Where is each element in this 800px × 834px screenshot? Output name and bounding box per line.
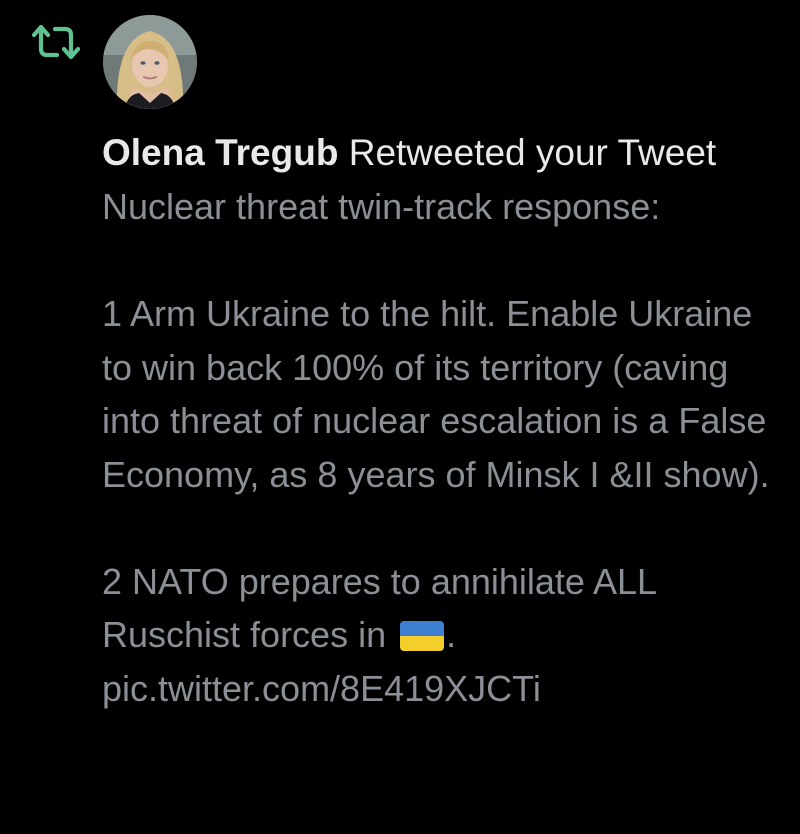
avatar[interactable] xyxy=(103,15,197,109)
flag-bottom-stripe xyxy=(400,636,445,651)
retweet-notification[interactable]: Olena Tregub Retweeted your Tweet Nuclea… xyxy=(0,0,800,834)
user-name[interactable]: Olena Tregub xyxy=(102,132,338,173)
action-text: Retweeted your Tweet xyxy=(338,132,717,173)
retweet-icon xyxy=(30,22,82,62)
tweet-paragraph-2-end: . xyxy=(446,614,457,655)
notification-content: Olena Tregub Retweeted your Tweet Nuclea… xyxy=(102,126,792,715)
tweet-text[interactable]: Nuclear threat twin-track response: 1 Ar… xyxy=(102,180,792,715)
tweet-paragraph-2: 2 NATO prepares to annihilate ALL Ruschi… xyxy=(102,560,666,656)
tweet-link[interactable]: pic.twitter.com/8E419XJCTi xyxy=(102,668,541,709)
ukraine-flag-emoji xyxy=(400,621,445,651)
notification-headline: Olena Tregub Retweeted your Tweet xyxy=(102,126,792,180)
tweet-paragraph-1: 1 Arm Ukraine to the hilt. Enable Ukrain… xyxy=(102,293,777,495)
flag-top-stripe xyxy=(400,621,445,636)
tweet-line-1: Nuclear threat twin-track response: xyxy=(102,186,661,227)
